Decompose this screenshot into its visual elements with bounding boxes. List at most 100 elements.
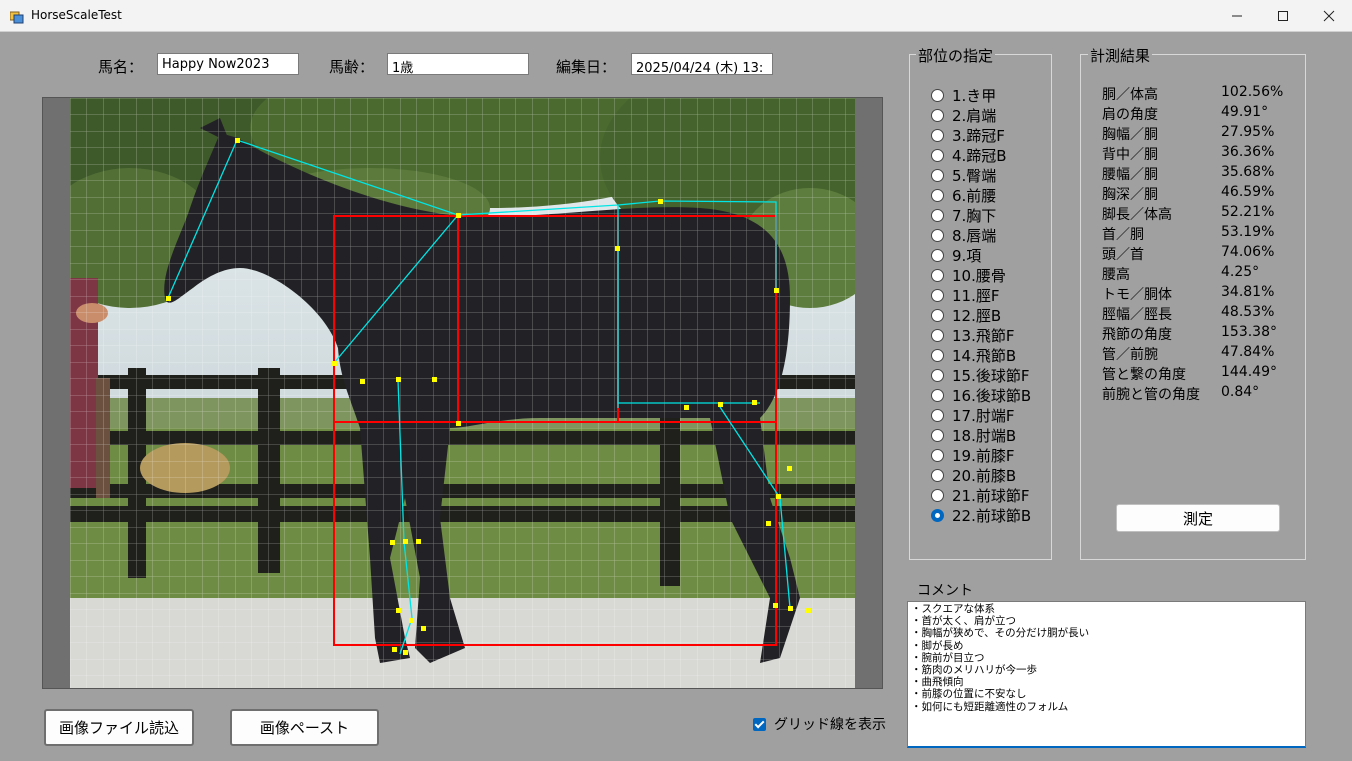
part-radio-item[interactable]: 6.前腰 <box>931 185 996 205</box>
part-radio-item[interactable]: 18.肘端B <box>931 425 1016 445</box>
radio-button[interactable] <box>931 368 944 382</box>
radio-label: 13.飛節F <box>952 326 1015 345</box>
result-value: 144.49° <box>1221 364 1277 380</box>
part-radio-item[interactable]: 17.肘端F <box>931 405 1014 425</box>
radio-label: 5.臀端 <box>952 166 997 185</box>
result-name: 肩の角度 <box>1102 107 1158 123</box>
part-radio-item[interactable]: 19.前膝F <box>931 445 1014 465</box>
part-radio-item[interactable]: 8.唇端 <box>931 225 996 245</box>
maximize-icon[interactable] <box>1260 0 1306 32</box>
comment-line: ・脚が長め <box>911 639 964 652</box>
edit-date-input[interactable]: 2025/04/24 (木) 13: <box>631 53 773 75</box>
radio-label: 17.肘端F <box>952 406 1015 425</box>
horse-photo-canvas[interactable] <box>70 98 855 688</box>
radio-button[interactable] <box>931 208 944 222</box>
result-value: 52.21% <box>1221 204 1275 220</box>
radio-button[interactable] <box>931 228 944 242</box>
part-radio-item[interactable]: 2.肩端 <box>931 105 996 125</box>
load-image-button[interactable]: 画像ファイル読込 <box>44 709 194 746</box>
comment-label: コメント <box>917 583 973 599</box>
radio-button[interactable] <box>931 88 944 102</box>
part-radio-item[interactable]: 21.前球節F <box>931 485 1029 505</box>
part-radio-item[interactable]: 15.後球節F <box>931 365 1029 385</box>
result-value: 36.36% <box>1221 144 1275 160</box>
radio-button[interactable] <box>931 428 944 442</box>
radio-button[interactable] <box>931 128 944 142</box>
result-name: 管／前腕 <box>1102 347 1158 363</box>
radio-button[interactable] <box>931 328 944 342</box>
part-radio-item[interactable]: 3.蹄冠F <box>931 125 1005 145</box>
part-radio-item[interactable]: 13.飛節F <box>931 325 1014 345</box>
horse-age-input[interactable]: 1歳 <box>387 53 529 75</box>
radio-label: 19.前膝F <box>952 446 1015 465</box>
radio-label: 22.前球節B <box>952 506 1032 525</box>
result-value: 49.91° <box>1221 104 1269 120</box>
close-icon[interactable] <box>1306 0 1352 32</box>
part-radio-item[interactable]: 12.脛B <box>931 305 1001 325</box>
title-bar: HorseScaleTest <box>0 0 1352 32</box>
paste-image-button[interactable]: 画像ペースト <box>230 709 379 746</box>
result-name: 脚長／体高 <box>1102 207 1172 223</box>
horse-age-label: 馬齢： <box>329 58 375 76</box>
grid-toggle[interactable]: グリッド線を表示 <box>753 714 886 734</box>
part-radio-item[interactable]: 9.項 <box>931 245 981 265</box>
radio-button[interactable] <box>931 148 944 162</box>
radio-label: 1.き甲 <box>952 86 997 105</box>
comment-line: ・筋肉のメリハリが今一歩 <box>911 664 1037 677</box>
comment-line: ・胸幅が狭めで、その分だけ胴が長い <box>911 627 1090 640</box>
result-name: 管と繋の角度 <box>1102 367 1186 383</box>
part-radio-item[interactable]: 10.腰骨 <box>931 265 1006 285</box>
measure-button[interactable]: 測定 <box>1116 504 1280 532</box>
minimize-icon[interactable] <box>1214 0 1260 32</box>
result-name: 胸深／胴 <box>1102 187 1158 203</box>
horse-name-label: 馬名： <box>98 58 144 76</box>
result-value: 34.81% <box>1221 284 1275 300</box>
comment-textarea[interactable]: ・スクエアな体系 ・首が太く、肩が立つ ・胸幅が狭めで、その分だけ胴が長い ・脚が長め… <box>907 601 1306 748</box>
part-radio-item[interactable]: 14.飛節B <box>931 345 1016 365</box>
part-radio-item[interactable]: 7.胸下 <box>931 205 996 225</box>
part-radio-item[interactable]: 11.脛F <box>931 285 999 305</box>
result-value: 102.56% <box>1221 84 1284 100</box>
grid-checkbox[interactable] <box>753 717 766 731</box>
result-value: 47.84% <box>1221 344 1275 360</box>
grid-overlay <box>70 98 855 688</box>
result-name: 飛節の角度 <box>1102 327 1172 343</box>
radio-button[interactable] <box>931 288 944 302</box>
radio-button[interactable] <box>931 488 944 502</box>
part-radio-item[interactable]: 1.き甲 <box>931 85 996 105</box>
part-radio-item[interactable]: 16.後球節B <box>931 385 1031 405</box>
result-name: 腰高 <box>1102 267 1130 283</box>
horse-photo[interactable] <box>70 98 855 688</box>
radio-button[interactable] <box>931 468 944 482</box>
part-radio-item[interactable]: 20.前膝B <box>931 465 1016 485</box>
result-name: 頭／首 <box>1102 247 1144 263</box>
radio-button[interactable] <box>931 348 944 362</box>
radio-label: 9.項 <box>952 246 982 265</box>
radio-label: 10.腰骨 <box>952 266 1006 285</box>
radio-label: 6.前腰 <box>952 186 997 205</box>
radio-label: 3.蹄冠F <box>952 126 1005 145</box>
radio-button[interactable] <box>931 168 944 182</box>
radio-button[interactable] <box>931 108 944 122</box>
radio-button[interactable] <box>931 268 944 282</box>
radio-button[interactable] <box>931 448 944 462</box>
result-name: 前腕と管の角度 <box>1102 387 1200 403</box>
result-name: 首／胴 <box>1102 227 1144 243</box>
radio-button[interactable] <box>931 248 944 262</box>
grid-checkbox-label: グリッド線を表示 <box>774 717 886 733</box>
radio-label: 14.飛節B <box>952 346 1017 365</box>
radio-button[interactable] <box>931 188 944 202</box>
edit-date-label: 編集日： <box>556 58 617 76</box>
part-radio-item[interactable]: 5.臀端 <box>931 165 996 185</box>
radio-button[interactable] <box>931 388 944 402</box>
horse-name-input[interactable]: Happy Now2023 <box>157 53 299 75</box>
radio-button[interactable] <box>931 408 944 422</box>
radio-button[interactable] <box>931 508 944 522</box>
window-title: HorseScaleTest <box>31 8 122 22</box>
part-radio-item[interactable]: 4.蹄冠B <box>931 145 1007 165</box>
radio-label: 8.唇端 <box>952 226 997 245</box>
part-radio-item[interactable]: 22.前球節B <box>931 505 1031 525</box>
radio-label: 7.胸下 <box>952 206 997 225</box>
radio-button[interactable] <box>931 308 944 322</box>
comment-line: ・曲飛傾向 <box>911 676 964 689</box>
